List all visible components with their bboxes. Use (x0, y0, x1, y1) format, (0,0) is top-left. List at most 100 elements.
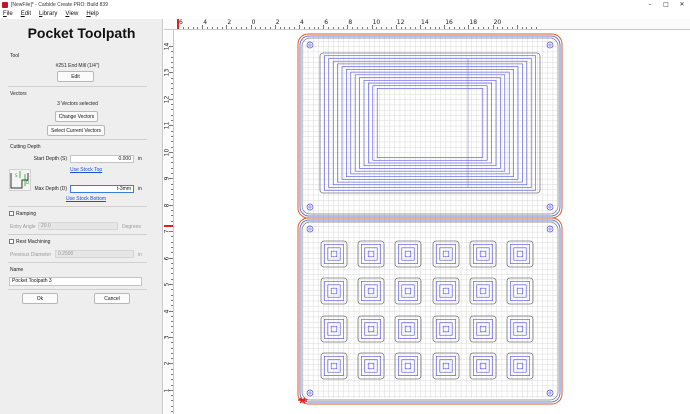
ruler-label: 20 (493, 19, 502, 26)
ruler-tick (453, 27, 455, 29)
small-pocket-toolpath (367, 287, 375, 295)
use-stock-top-link[interactable]: Use Stock Top (70, 167, 102, 173)
small-pocket-vector (469, 277, 497, 305)
ramping-checkbox[interactable] (9, 211, 14, 216)
vertical-ruler: 14131211109876543210 (164, 30, 174, 414)
ruler-tick (171, 130, 173, 132)
app-logo-icon (2, 2, 8, 8)
ruler-tick (171, 358, 173, 360)
cutting-depth-heading: Cutting Depth (10, 144, 41, 150)
design-canvas[interactable] (175, 31, 690, 414)
ruler-tick (171, 252, 173, 254)
start-depth-field[interactable]: 0.000 (70, 155, 134, 163)
ruler-tick (240, 27, 242, 29)
edit-tool-button[interactable]: Edit (57, 71, 94, 82)
change-vectors-button[interactable]: Change Vectors (55, 111, 98, 122)
ruler-tick (171, 83, 173, 85)
ruler-tick (171, 104, 173, 106)
small-pocket-toolpath (330, 250, 338, 258)
ruler-tick (171, 215, 173, 217)
close-icon[interactable]: ✕ (674, 0, 690, 10)
ruler-cursor-marker (177, 19, 179, 29)
toolpath-name-field[interactable]: Pocket Toolpath 3 (9, 277, 142, 286)
small-pocket-toolpath (513, 284, 527, 298)
small-pocket-toolpath (364, 322, 378, 336)
toolpath-panel: Pocket Toolpath Tool #251 End Mill (1/4"… (0, 19, 163, 414)
cancel-button[interactable]: Cancel (94, 293, 130, 304)
ruler-tick (211, 27, 213, 29)
tool-name: #251 End Mill (1/4") (55, 63, 100, 69)
maximize-icon[interactable]: □ (658, 0, 674, 10)
small-pocket-vector (357, 240, 385, 268)
ruler-tick (386, 27, 388, 29)
start-depth-label: Start Depth (S) (33, 156, 67, 162)
ruler-label: 6 (164, 256, 171, 261)
ruler-tick (171, 405, 173, 407)
divider (8, 86, 147, 87)
ruler-tick (366, 27, 368, 29)
small-pocket-toolpath (324, 281, 344, 301)
small-pocket-toolpath (327, 284, 341, 298)
ruler-tick (502, 27, 504, 29)
select-current-vectors-button[interactable]: Select Current Vectors (47, 125, 105, 136)
ruler-label: 5 (164, 282, 171, 287)
ruler-tick (415, 27, 417, 29)
ruler-tick (216, 27, 218, 29)
ruler-label: 2 (275, 19, 280, 26)
ruler-tick (171, 268, 173, 270)
menu-file[interactable]: File (3, 10, 13, 19)
rest-machining-label: Rest Machining (16, 239, 51, 245)
menu-library[interactable]: Library (39, 10, 57, 19)
ok-button[interactable]: Ok (22, 293, 58, 304)
pocket-toolpath-pass (372, 85, 488, 161)
ruler-tick (536, 27, 538, 29)
ruler-label: 11 (164, 122, 171, 130)
ruler-tick (171, 395, 173, 397)
divider (8, 234, 147, 235)
ruler-tick (284, 27, 286, 29)
ruler-tick (171, 411, 173, 412)
minimize-icon[interactable]: – (642, 0, 658, 10)
app-window: [NewFile]* - Carbide Create PRO: Build 8… (0, 0, 690, 414)
ruler-tick (171, 199, 173, 201)
ruler-label: 8 (164, 203, 171, 208)
ruler-label: 1 (164, 388, 171, 393)
menu-help[interactable]: Help (86, 10, 98, 19)
ruler-tick (458, 27, 460, 29)
ruler-tick (376, 27, 378, 29)
ruler-tick (171, 331, 173, 333)
ruler-tick (171, 114, 173, 116)
small-pocket-toolpath (330, 325, 338, 333)
ruler-label: 12 (164, 95, 171, 104)
ruler-tick (171, 51, 173, 53)
ruler-tick (171, 400, 173, 402)
divider (8, 289, 147, 290)
small-pocket-toolpath (476, 322, 490, 336)
ruler-label: 3 (164, 335, 171, 340)
ruler-tick (516, 25, 518, 29)
pocket-toolpath-pass (332, 60, 528, 186)
ruler-label: 6 (179, 19, 183, 26)
max-depth-field[interactable]: t-3mm (70, 185, 134, 193)
ruler-tick (171, 262, 173, 264)
small-pocket-toolpath (367, 325, 375, 333)
vectors-count: 3 Vectors selected (57, 101, 98, 107)
small-pocket-vector (506, 277, 534, 305)
ruler-tick (171, 146, 173, 148)
start-depth-unit: in (138, 156, 142, 162)
ruler-tick (192, 27, 194, 29)
menu-view[interactable]: View (65, 10, 78, 19)
ruler-tick (171, 247, 173, 249)
small-pocket-toolpath (330, 287, 338, 295)
divider (8, 139, 147, 140)
ruler-tick (342, 27, 344, 29)
rest-machining-checkbox[interactable] (9, 239, 14, 244)
small-pocket-toolpath (516, 287, 524, 295)
small-pocket-toolpath (364, 247, 378, 261)
use-stock-bottom-link[interactable]: Use Stock Bottom (66, 196, 106, 202)
ruler-label: 8 (348, 19, 353, 26)
svg-text:D: D (26, 180, 29, 185)
ruler-tick (171, 278, 173, 280)
menu-edit[interactable]: Edit (21, 10, 31, 19)
ruler-tick (171, 305, 173, 307)
